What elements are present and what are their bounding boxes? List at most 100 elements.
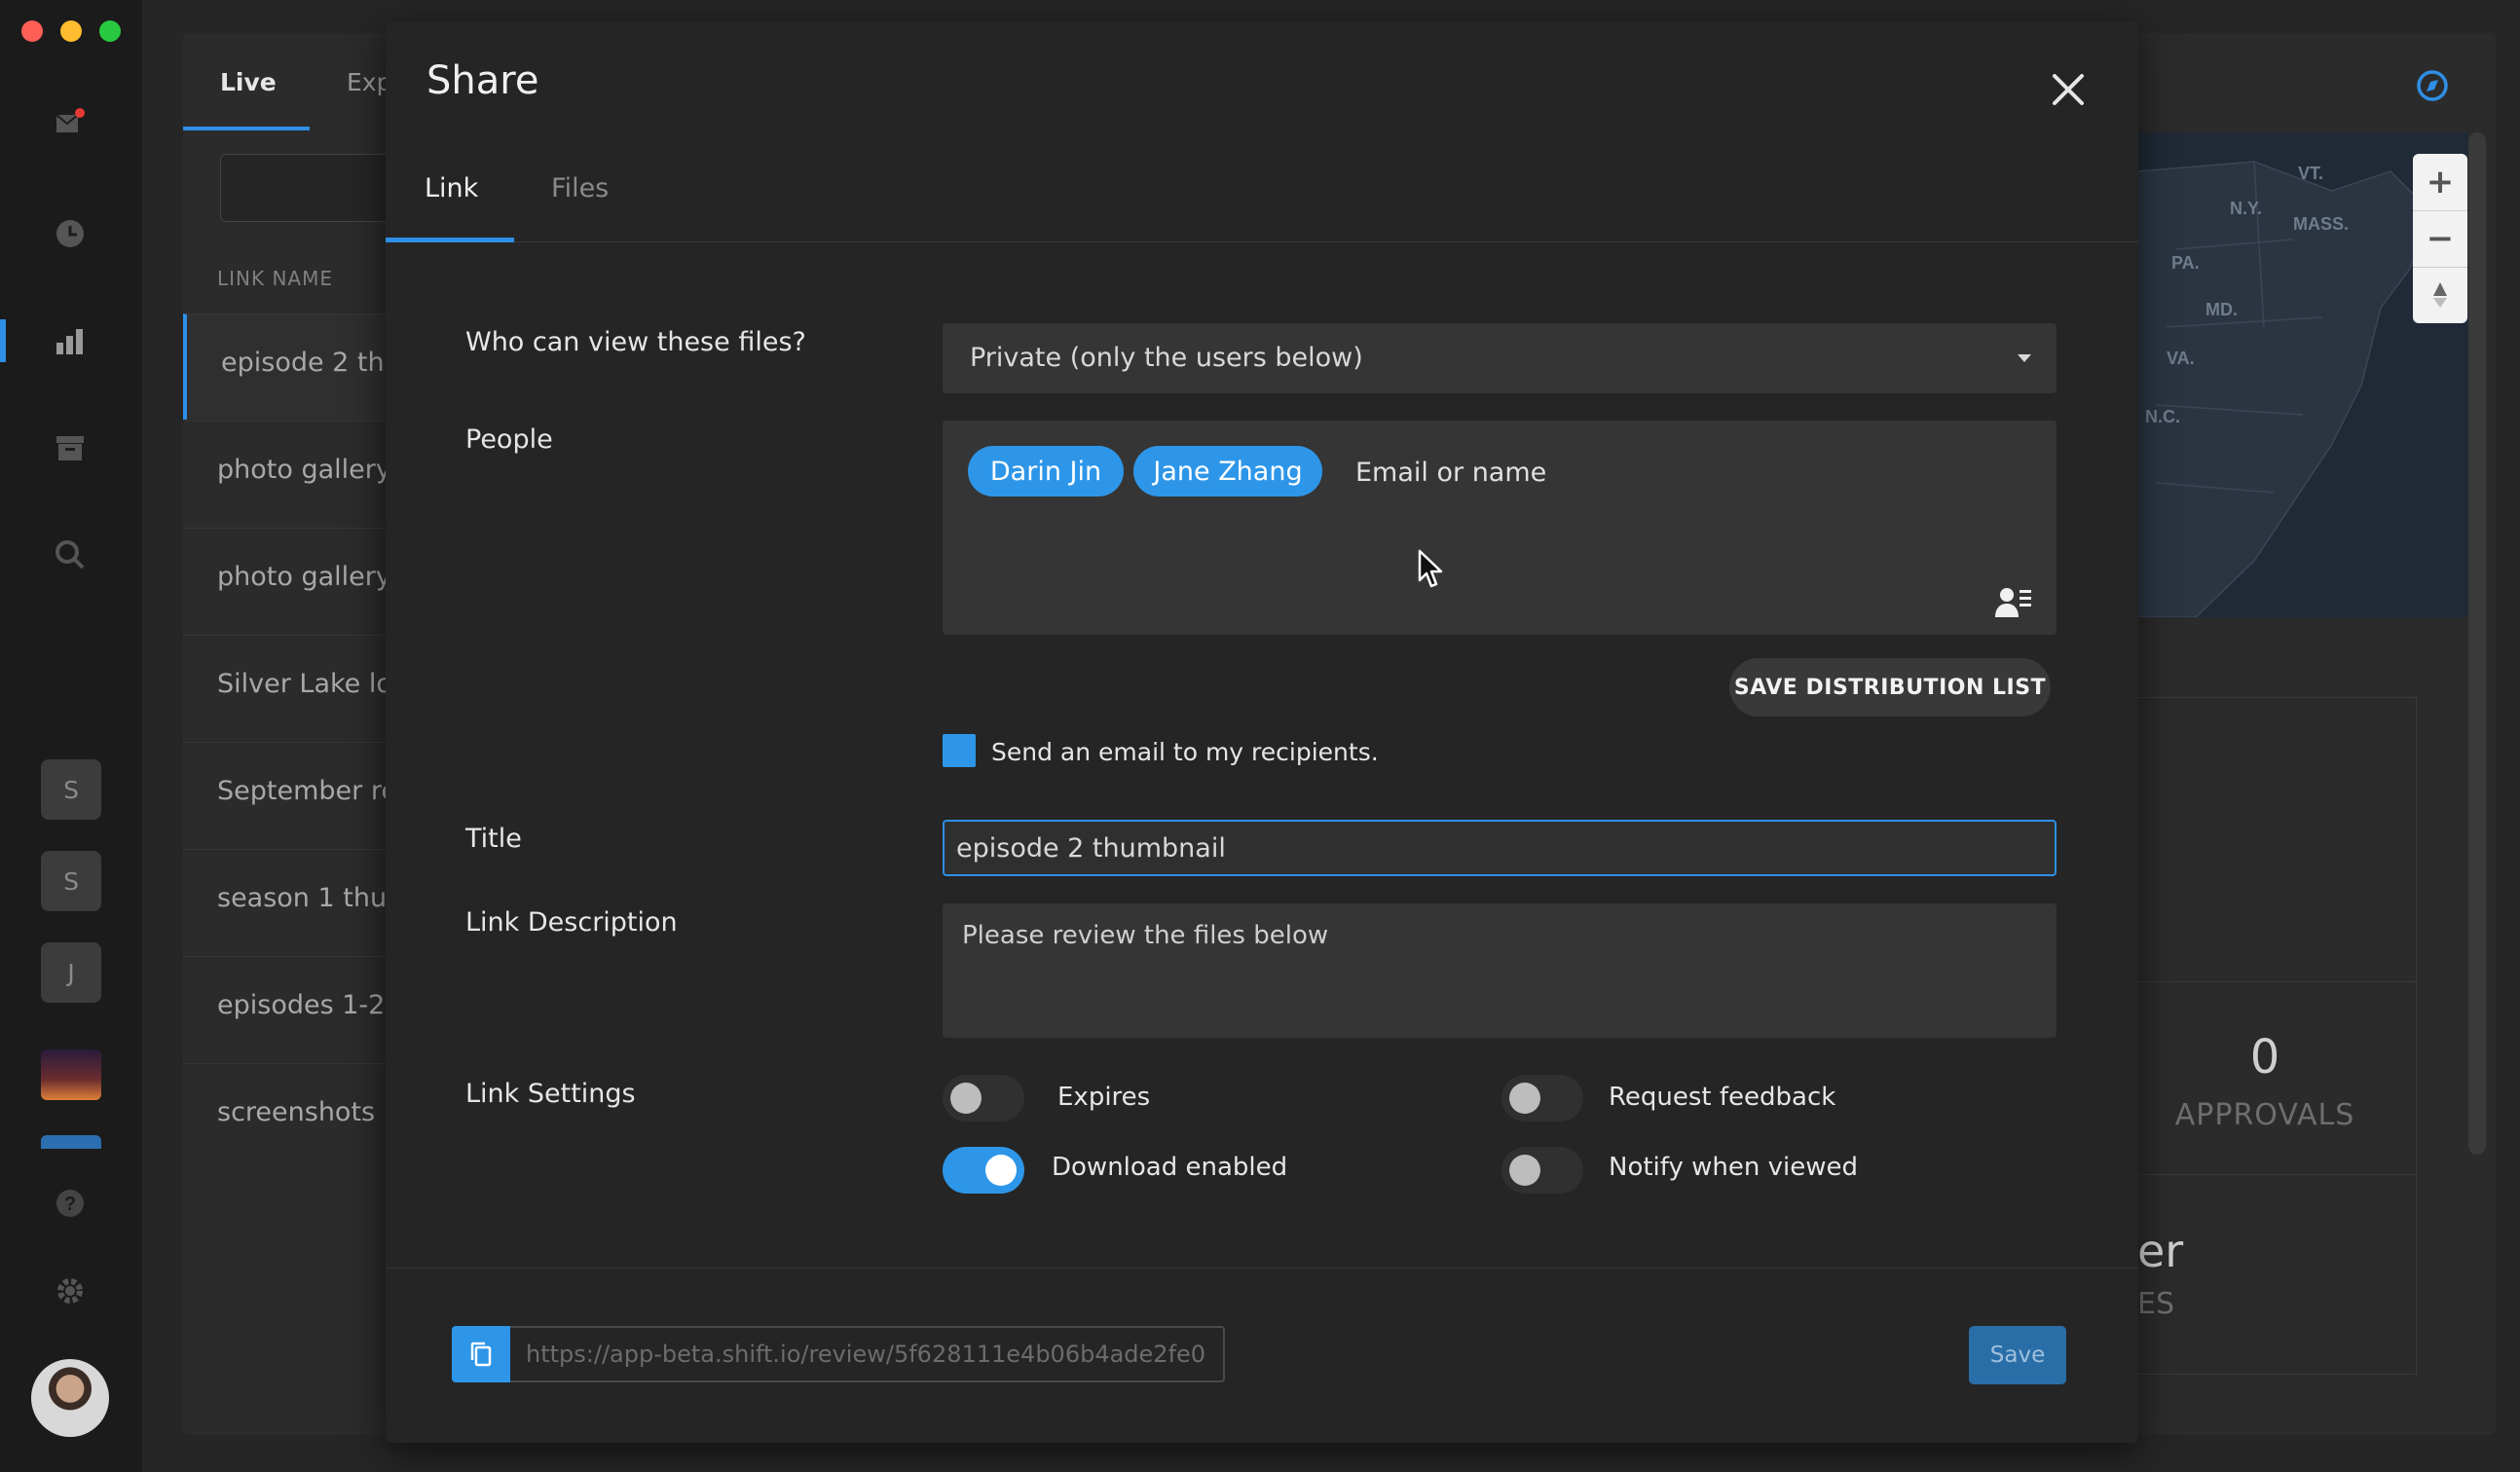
share-url-field[interactable] <box>510 1326 1225 1382</box>
window-minimize-button[interactable] <box>60 20 82 42</box>
map-label: N.C. <box>2145 407 2180 426</box>
bar-chart-icon[interactable] <box>49 319 92 362</box>
search-icon[interactable] <box>49 534 92 576</box>
map-label: VT. <box>2298 164 2323 183</box>
workspace-badge[interactable]: S <box>41 759 101 820</box>
map-label: N.Y. <box>2230 199 2262 218</box>
table-row[interactable]: screenshots <box>183 1063 397 1169</box>
people-field[interactable]: Darin Jin Jane Zhang <box>943 421 2057 635</box>
column-header: LINK NAME <box>217 267 334 290</box>
row-label: season 1 thum <box>217 883 413 913</box>
map-label: PA. <box>2171 253 2200 273</box>
compass-icon[interactable] <box>2415 68 2450 103</box>
archive-icon[interactable] <box>49 426 92 469</box>
notify-toggle[interactable] <box>1501 1147 1583 1194</box>
copy-icon <box>470 1342 492 1367</box>
row-label: episode 2 thu <box>221 348 401 378</box>
workspace-badge[interactable]: J <box>41 942 101 1003</box>
save-button[interactable]: Save <box>1969 1326 2066 1384</box>
send-email-checkbox[interactable] <box>943 734 976 767</box>
row-label: September res <box>217 776 412 806</box>
map-label: MD. <box>2205 300 2238 319</box>
table-row[interactable]: Silver Lake loc <box>183 635 407 741</box>
scrollbar[interactable] <box>2468 132 2486 1155</box>
row-label: Silver Lake loc <box>217 669 407 699</box>
map-label: MASS. <box>2293 214 2349 234</box>
tab-underline <box>183 127 310 130</box>
help-icon[interactable]: ? <box>49 1182 92 1225</box>
recipient-chip[interactable]: Jane Zhang <box>1133 446 1322 497</box>
north-arrow-icon <box>2433 282 2447 308</box>
people-input[interactable] <box>1353 448 1844 497</box>
request-feedback-toggle[interactable] <box>1501 1075 1583 1122</box>
request-feedback-label: Request feedback <box>1609 1083 1836 1112</box>
save-distribution-list-button[interactable]: SAVE DISTRIBUTION LIST <box>1729 658 2051 717</box>
clock-icon[interactable] <box>49 212 92 255</box>
expires-toggle[interactable] <box>943 1075 1024 1122</box>
table-row[interactable]: episodes 1-2 ( <box>183 956 403 1062</box>
expires-label: Expires <box>1057 1083 1151 1112</box>
table-row[interactable]: September res <box>183 742 411 848</box>
workspace-thumbnail[interactable] <box>41 1135 101 1149</box>
link-settings-label: Link Settings <box>465 1079 636 1109</box>
close-button[interactable] <box>2041 62 2095 117</box>
notify-label: Notify when viewed <box>1609 1153 1858 1182</box>
row-label: screenshots <box>217 1097 376 1127</box>
row-label: episodes 1-2 ( <box>217 990 404 1020</box>
tab-link[interactable]: Link <box>425 173 478 203</box>
active-tab-underline <box>386 238 514 242</box>
visibility-select[interactable]: Private (only the users below) <box>943 323 2057 393</box>
table-row[interactable]: episode 2 thu <box>183 313 401 420</box>
title-input[interactable] <box>943 820 2057 876</box>
contacts-icon[interactable] <box>1994 584 2033 619</box>
left-rail: S S J ? <box>0 0 142 1472</box>
mail-icon[interactable] <box>49 101 92 144</box>
description-label: Link Description <box>465 907 678 938</box>
modal-title: Share <box>426 58 539 103</box>
close-icon <box>2053 74 2084 105</box>
table-row[interactable]: photo gallery 2 <box>183 421 417 527</box>
visibility-label: Who can view these files? <box>465 327 806 357</box>
svg-text:?: ? <box>64 1194 76 1215</box>
table-row[interactable]: season 1 thum <box>183 849 412 955</box>
toggle-knob <box>985 1155 1017 1186</box>
table-row[interactable]: photo gallery 1 <box>183 528 417 634</box>
chevron-down-icon <box>2018 354 2031 362</box>
workspace-badge[interactable]: S <box>41 851 101 911</box>
zoom-out-button[interactable]: − <box>2413 210 2467 268</box>
send-email-label: Send an email to my recipients. <box>991 738 1379 766</box>
footer-divider <box>386 1268 2138 1269</box>
tab-divider <box>386 241 2138 242</box>
stats-divider <box>2137 981 2416 982</box>
people-label: People <box>465 424 553 455</box>
map-controls: + − <box>2413 154 2467 323</box>
share-modal: Share Link Files Who can view these file… <box>386 21 2138 1443</box>
visibility-value: Private (only the users below) <box>970 343 1363 373</box>
gear-icon[interactable] <box>49 1270 92 1312</box>
download-label: Download enabled <box>1052 1153 1288 1182</box>
rail-active-indicator <box>0 319 6 362</box>
window-close-button[interactable] <box>21 20 43 42</box>
stat-partial-text: ES <box>2137 1287 2174 1321</box>
stats-divider <box>2137 1174 2416 1175</box>
toggle-knob <box>1509 1083 1540 1114</box>
window-zoom-button[interactable] <box>99 20 121 42</box>
recipient-chip[interactable]: Darin Jin <box>968 446 1124 497</box>
tab-live[interactable]: Live <box>220 68 277 96</box>
approvals-label: APPROVALS <box>2174 1098 2355 1132</box>
toggle-knob <box>950 1083 982 1114</box>
title-label: Title <box>465 824 522 854</box>
download-toggle[interactable] <box>943 1147 1024 1194</box>
approvals-count: 0 <box>2249 1030 2280 1085</box>
map-label: VA. <box>2167 349 2195 368</box>
copy-link-button[interactable] <box>452 1326 510 1382</box>
mouse-cursor-icon <box>1418 549 1443 588</box>
avatar[interactable] <box>31 1359 109 1437</box>
description-input[interactable]: Please review the files below <box>943 903 2057 1038</box>
zoom-in-button[interactable]: + <box>2413 154 2467 211</box>
stat-partial-text: er <box>2137 1225 2184 1277</box>
workspace-thumbnail[interactable] <box>41 1049 101 1100</box>
tab-files[interactable]: Files <box>551 173 609 203</box>
reset-bearing-button[interactable] <box>2413 267 2467 323</box>
toggle-knob <box>1509 1155 1540 1186</box>
